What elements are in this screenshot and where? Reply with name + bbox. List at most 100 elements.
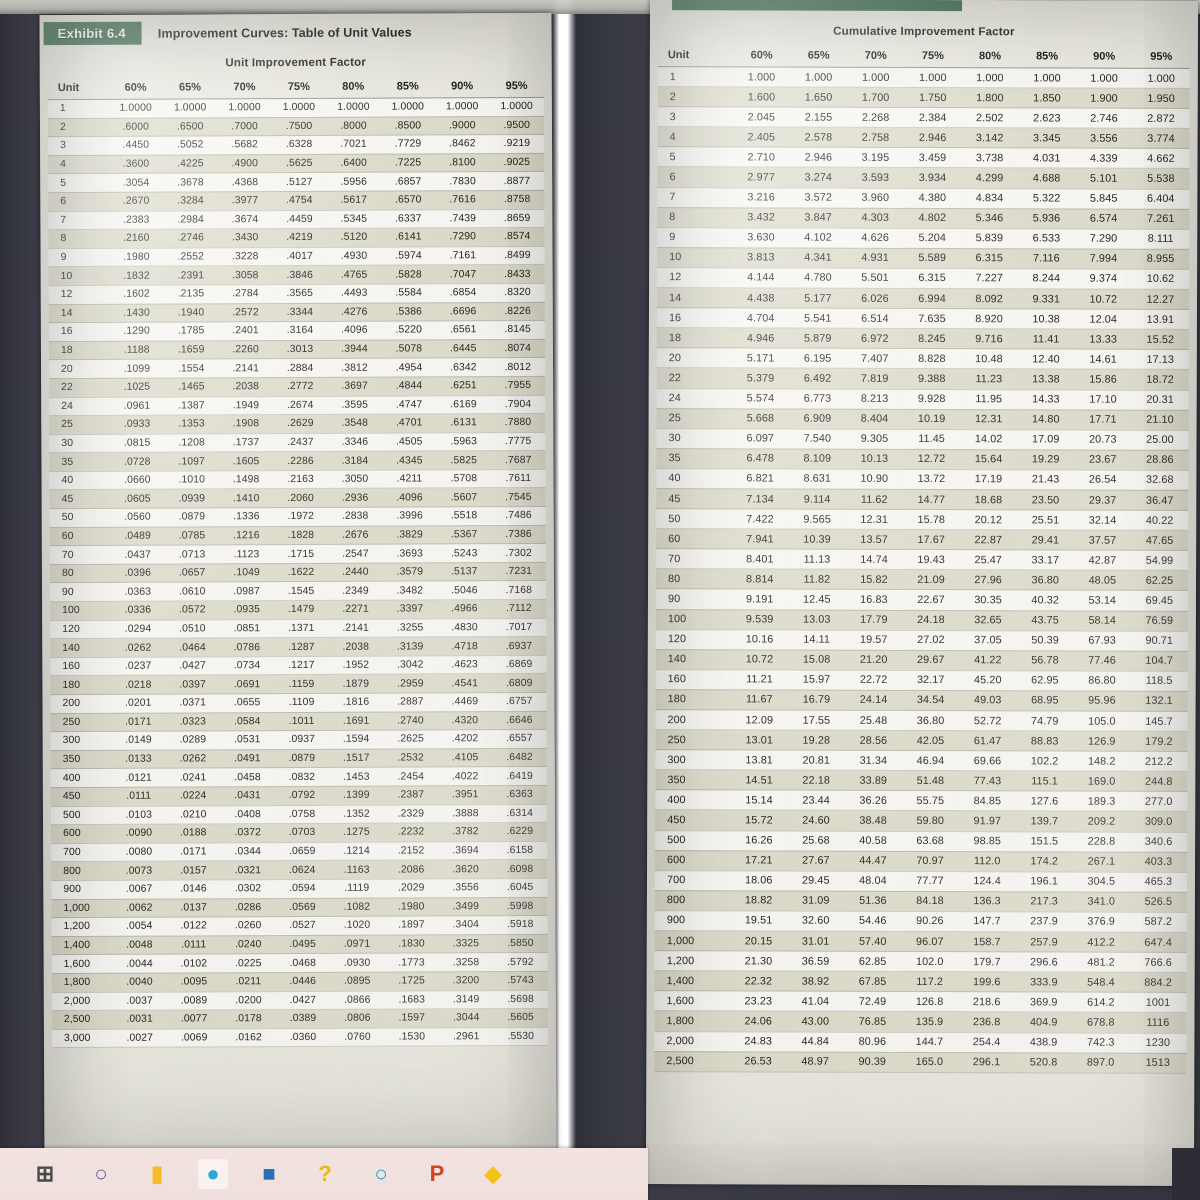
cell-value: .1498 <box>218 470 274 490</box>
cell-value: .7168 <box>491 580 547 600</box>
cell-value: 3.195 <box>846 147 905 168</box>
cell-value: 3.934 <box>903 167 962 189</box>
cell-value: .4105 <box>437 748 493 768</box>
cell-value: .5828 <box>381 265 436 285</box>
table-row: 4 2.405 2.578 2.758 2.946 3.142 3.345 3.556 3.77… <box>657 126 1190 149</box>
start-icon[interactable]: ⊞ <box>30 1159 60 1189</box>
cell-value: .5708 <box>436 469 492 489</box>
cell-value: 76.85 <box>843 1011 902 1032</box>
cell-value: 2.623 <box>1018 108 1076 129</box>
table-header-row: Unit 60% 65% 70% 75% 80% 85% 90% 95% <box>47 75 544 100</box>
cell-value: .0458 <box>220 767 275 787</box>
table-row: 70 8.401 11.13 14.74 19.43 25.47 33.17 42.87 54.… <box>656 548 1189 571</box>
cell-value: 17.21 <box>730 850 788 871</box>
cell-value: 4.626 <box>846 227 904 249</box>
table-row: 80.0396.0657.1049.1622.2440.3579.5137.72… <box>49 562 546 584</box>
cell-value: .8462 <box>435 134 490 154</box>
cell-value: 4.299 <box>960 168 1019 189</box>
cell-value: .0121 <box>111 768 166 788</box>
cell-value: 4.102 <box>789 227 847 249</box>
windows-security-icon[interactable]: ◆ <box>478 1159 508 1189</box>
cell-value: 2.045 <box>732 107 790 128</box>
cell-value: 11.62 <box>845 489 903 510</box>
cell-unit: 700 <box>654 870 731 891</box>
cell-value: 14.80 <box>1017 409 1075 430</box>
cell-value: .4459 <box>272 209 327 229</box>
cell-value: 25.51 <box>1016 509 1075 531</box>
cell-value: 8.111 <box>1132 228 1190 250</box>
cell-value: 244.8 <box>1130 771 1188 792</box>
cell-value: .2772 <box>272 377 328 397</box>
cell-value: .8499 <box>490 246 545 266</box>
cell-value: 2.268 <box>847 107 905 128</box>
cell-value: 98.85 <box>958 831 1016 852</box>
cell-value: .3996 <box>382 506 437 526</box>
windows-taskbar[interactable]: ⊞ ○ ▮ ● ■? ○ P ◆ <box>0 1148 648 1200</box>
cell-value: .7616 <box>435 190 490 210</box>
table-row: 2,500 26.53 48.97 90.39 165.0 296.1 520.8 897.0… <box>654 1051 1187 1074</box>
table-row: 10.1832.2391.3058.3846.4765.5828.7047.84… <box>48 264 545 286</box>
column-header-60pct: 60% <box>108 77 163 100</box>
cell-value: 11.41 <box>1017 329 1075 350</box>
cell-value: 151.5 <box>1015 831 1073 852</box>
cell-value: .8500 <box>380 116 436 136</box>
cell-value: .2349 <box>328 581 383 601</box>
cell-value: .3228 <box>217 247 273 267</box>
cell-value: 15.72 <box>730 810 788 831</box>
cell-value: .1097 <box>164 452 219 471</box>
cell-value: .8877 <box>489 171 545 191</box>
cell-unit: 2,500 <box>654 1051 730 1072</box>
cell-value: 22.72 <box>845 670 903 691</box>
cell-value: 5.204 <box>903 228 961 249</box>
cell-value: 5.589 <box>903 248 961 269</box>
table-row: 9.1980.2552.3228.4017.4930.5974.7161.849… <box>48 246 545 267</box>
cell-value: .1275 <box>329 823 384 843</box>
cell-value: .4096 <box>327 321 382 341</box>
cell-value: 67.93 <box>1073 630 1131 651</box>
table-row: 18 4.946 5.879 6.972 8.245 9.716 11.41 13.33 15.… <box>656 327 1189 350</box>
cell-value: 126.9 <box>1073 731 1131 752</box>
cell-value: 41.22 <box>959 650 1017 671</box>
cell-value: .1453 <box>329 767 384 787</box>
cell-value: 19.51 <box>730 910 788 932</box>
cell-value: 17.67 <box>902 529 960 550</box>
cell-value: .4320 <box>437 711 493 731</box>
cell-value: 7.227 <box>960 268 1018 289</box>
cell-value: .0323 <box>165 712 221 732</box>
cell-value: .6445 <box>436 339 491 359</box>
cell-value: .0344 <box>220 842 276 862</box>
cell-unit: 30 <box>656 428 732 449</box>
cell-value: 54.99 <box>1130 550 1189 571</box>
cell-value: 2.405 <box>732 127 790 148</box>
cell-value: .1049 <box>219 563 274 583</box>
table-row: 1,000 20.15 31.01 57.40 96.07 158.7 257.9 412.2… <box>654 930 1187 953</box>
cortana-icon[interactable]: ○ <box>366 1159 396 1189</box>
cell-value: .2625 <box>383 730 438 749</box>
search-icon[interactable]: ○ <box>86 1159 116 1189</box>
file-explorer-icon[interactable]: ▮ <box>142 1159 172 1189</box>
column-header-unit: Unit <box>657 45 734 67</box>
cell-value: 4.704 <box>732 307 790 329</box>
cell-unit: 16 <box>656 307 733 329</box>
table-row: 25.0933.1353.1908.2629.3548.4701.6131.78… <box>49 413 546 435</box>
cell-value: .1605 <box>218 451 274 471</box>
cell-value: 13.91 <box>1131 309 1189 330</box>
cell-value: 27.02 <box>902 630 960 651</box>
cell-value: 77.43 <box>958 770 1017 792</box>
table-row: 9 3.630 4.102 4.626 5.204 5.839 6.533 7.290 8.11… <box>657 227 1190 250</box>
cell-value: 2.384 <box>904 107 962 128</box>
cell-value: .2160 <box>109 229 164 249</box>
microsoft-store-icon[interactable]: ■ <box>254 1159 284 1189</box>
help-icon[interactable]: ? <box>310 1159 340 1189</box>
table-row: 180 11.67 16.79 24.14 34.54 49.03 68.95 95.96 13… <box>655 689 1188 712</box>
cell-value: .5127 <box>272 172 327 192</box>
edge-browser-icon[interactable]: ● <box>198 1159 228 1189</box>
cell-value: 43.75 <box>1016 610 1074 631</box>
cell-value: .0102 <box>166 954 222 973</box>
table-row: 3 2.045 2.155 2.268 2.384 2.502 2.623 2.746 2.87… <box>657 106 1190 129</box>
cell-value: .1940 <box>163 303 219 323</box>
powerpoint-icon[interactable]: P <box>422 1159 452 1189</box>
cell-unit: 20 <box>656 347 733 369</box>
cell-value: 17.09 <box>1017 429 1075 450</box>
cell-value: .3499 <box>438 897 493 917</box>
